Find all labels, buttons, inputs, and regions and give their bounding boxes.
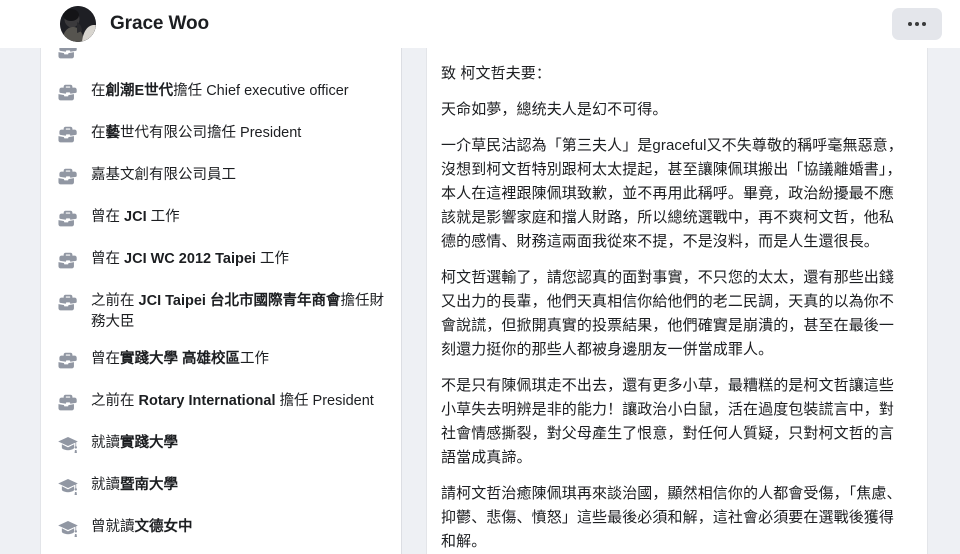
briefcase-icon — [57, 350, 79, 372]
post-paragraph: 天命如夢，總统夫人是幻不可得。 — [441, 101, 668, 118]
post-card: 致 柯文哲夫要： 天命如夢，總统夫人是幻不可得。一介草民沽認為「第三夫人」是gra… — [426, 48, 928, 554]
post-paragraph: 不是只有陳佩琪走不出去，還有更多小草，最糟糕的是柯文哲讓這些小草失去明辨是非的能… — [441, 377, 895, 466]
profile-header-bar: Grace Woo — [0, 0, 960, 48]
left-gutter — [0, 48, 40, 554]
column-divider-gutter — [402, 48, 426, 554]
ellipsis-icon — [908, 22, 926, 26]
list-item[interactable]: 在藝世代有限公司擔任 President — [41, 115, 401, 157]
list-item-label: 曾在 JCI 工作 — [91, 209, 180, 225]
graduation-cap-icon — [57, 476, 79, 498]
list-item-label: 就讀暨南大學 — [91, 477, 178, 493]
list-item-label: 之前在 Rotary International 擔任 President — [91, 393, 374, 409]
list-item[interactable]: 之前在 JCI Taipei 台北市國際青年商會擔任財務大臣 — [41, 283, 401, 341]
list-item[interactable]: 曾在實踐大學 高雄校區工作 — [41, 341, 401, 383]
briefcase-icon — [57, 208, 79, 230]
briefcase-icon — [57, 250, 79, 272]
graduation-cap-icon — [57, 434, 79, 456]
intro-details-list: 在創潮E世代擔任 Chief executive officer 在藝世代有限公司… — [41, 48, 401, 551]
more-options-button[interactable] — [892, 8, 942, 40]
avatar[interactable] — [60, 6, 96, 42]
list-item-label: 曾就讀文德女中 — [91, 519, 193, 535]
list-item-label: 曾在 JCI WC 2012 Taipei 工作 — [91, 251, 289, 267]
list-item[interactable]: 曾在 JCI 工作 — [41, 199, 401, 241]
list-item[interactable]: 就讀實踐大學 — [41, 425, 401, 467]
post-paragraph: 請柯文哲治癒陳佩琪再來談治國，顯然相信你的人都會受傷，「焦慮、抑鬱、悲傷、憤怒」… — [441, 485, 902, 550]
post-paragraph: 一介草民沽認為「第三夫人」是graceful又不失尊敬的稱呼毫無惡意，沒想到柯文… — [441, 137, 903, 250]
list-item[interactable]: 就讀暨南大學 — [41, 467, 401, 509]
list-item-label: 曾在實踐大學 高雄校區工作 — [91, 351, 270, 367]
briefcase-icon — [57, 48, 79, 62]
right-gutter — [928, 48, 960, 554]
list-item[interactable]: 在創潮E世代擔任 Chief executive officer — [41, 73, 401, 115]
briefcase-icon — [57, 392, 79, 414]
list-item-label: 之前在 JCI Taipei 台北市國際青年商會擔任財務大臣 — [91, 293, 384, 330]
list-item-label: 嘉基文創有限公司員工 — [91, 167, 236, 183]
profile-header-inner: Grace Woo — [40, 0, 960, 48]
intro-details-card: 在創潮E世代擔任 Chief executive officer 在藝世代有限公司… — [40, 48, 402, 554]
list-item[interactable]: 曾在 JCI WC 2012 Taipei 工作 — [41, 241, 401, 283]
briefcase-icon — [57, 124, 79, 146]
list-item-clipped[interactable] — [41, 48, 401, 73]
list-item[interactable]: 嘉基文創有限公司員工 — [41, 157, 401, 199]
list-item-label: 在創潮E世代擔任 Chief executive officer — [91, 83, 349, 99]
list-item[interactable]: 曾就讀文德女中 — [41, 509, 401, 551]
graduation-cap-icon — [57, 518, 79, 540]
page-title: Grace Woo — [110, 13, 210, 34]
list-item-label: 在藝世代有限公司擔任 President — [91, 125, 302, 141]
list-item-label: 就讀實踐大學 — [91, 435, 178, 451]
post-paragraph: 致 柯文哲夫要： — [441, 65, 551, 82]
post-paragraph: 柯文哲選輸了，請您認真的面對事實，不只您的太太，還有那些出錢又出力的長輩，他們天… — [441, 269, 895, 358]
briefcase-icon — [57, 292, 79, 314]
post-text-body: 致 柯文哲夫要： 天命如夢，總统夫人是幻不可得。一介草民沽認為「第三夫人」是gra… — [427, 48, 927, 554]
briefcase-icon — [57, 166, 79, 188]
list-item[interactable]: 之前在 Rotary International 擔任 President — [41, 383, 401, 425]
profile-content-area: 在創潮E世代擔任 Chief executive officer 在藝世代有限公司… — [0, 48, 960, 554]
briefcase-icon — [57, 82, 79, 104]
